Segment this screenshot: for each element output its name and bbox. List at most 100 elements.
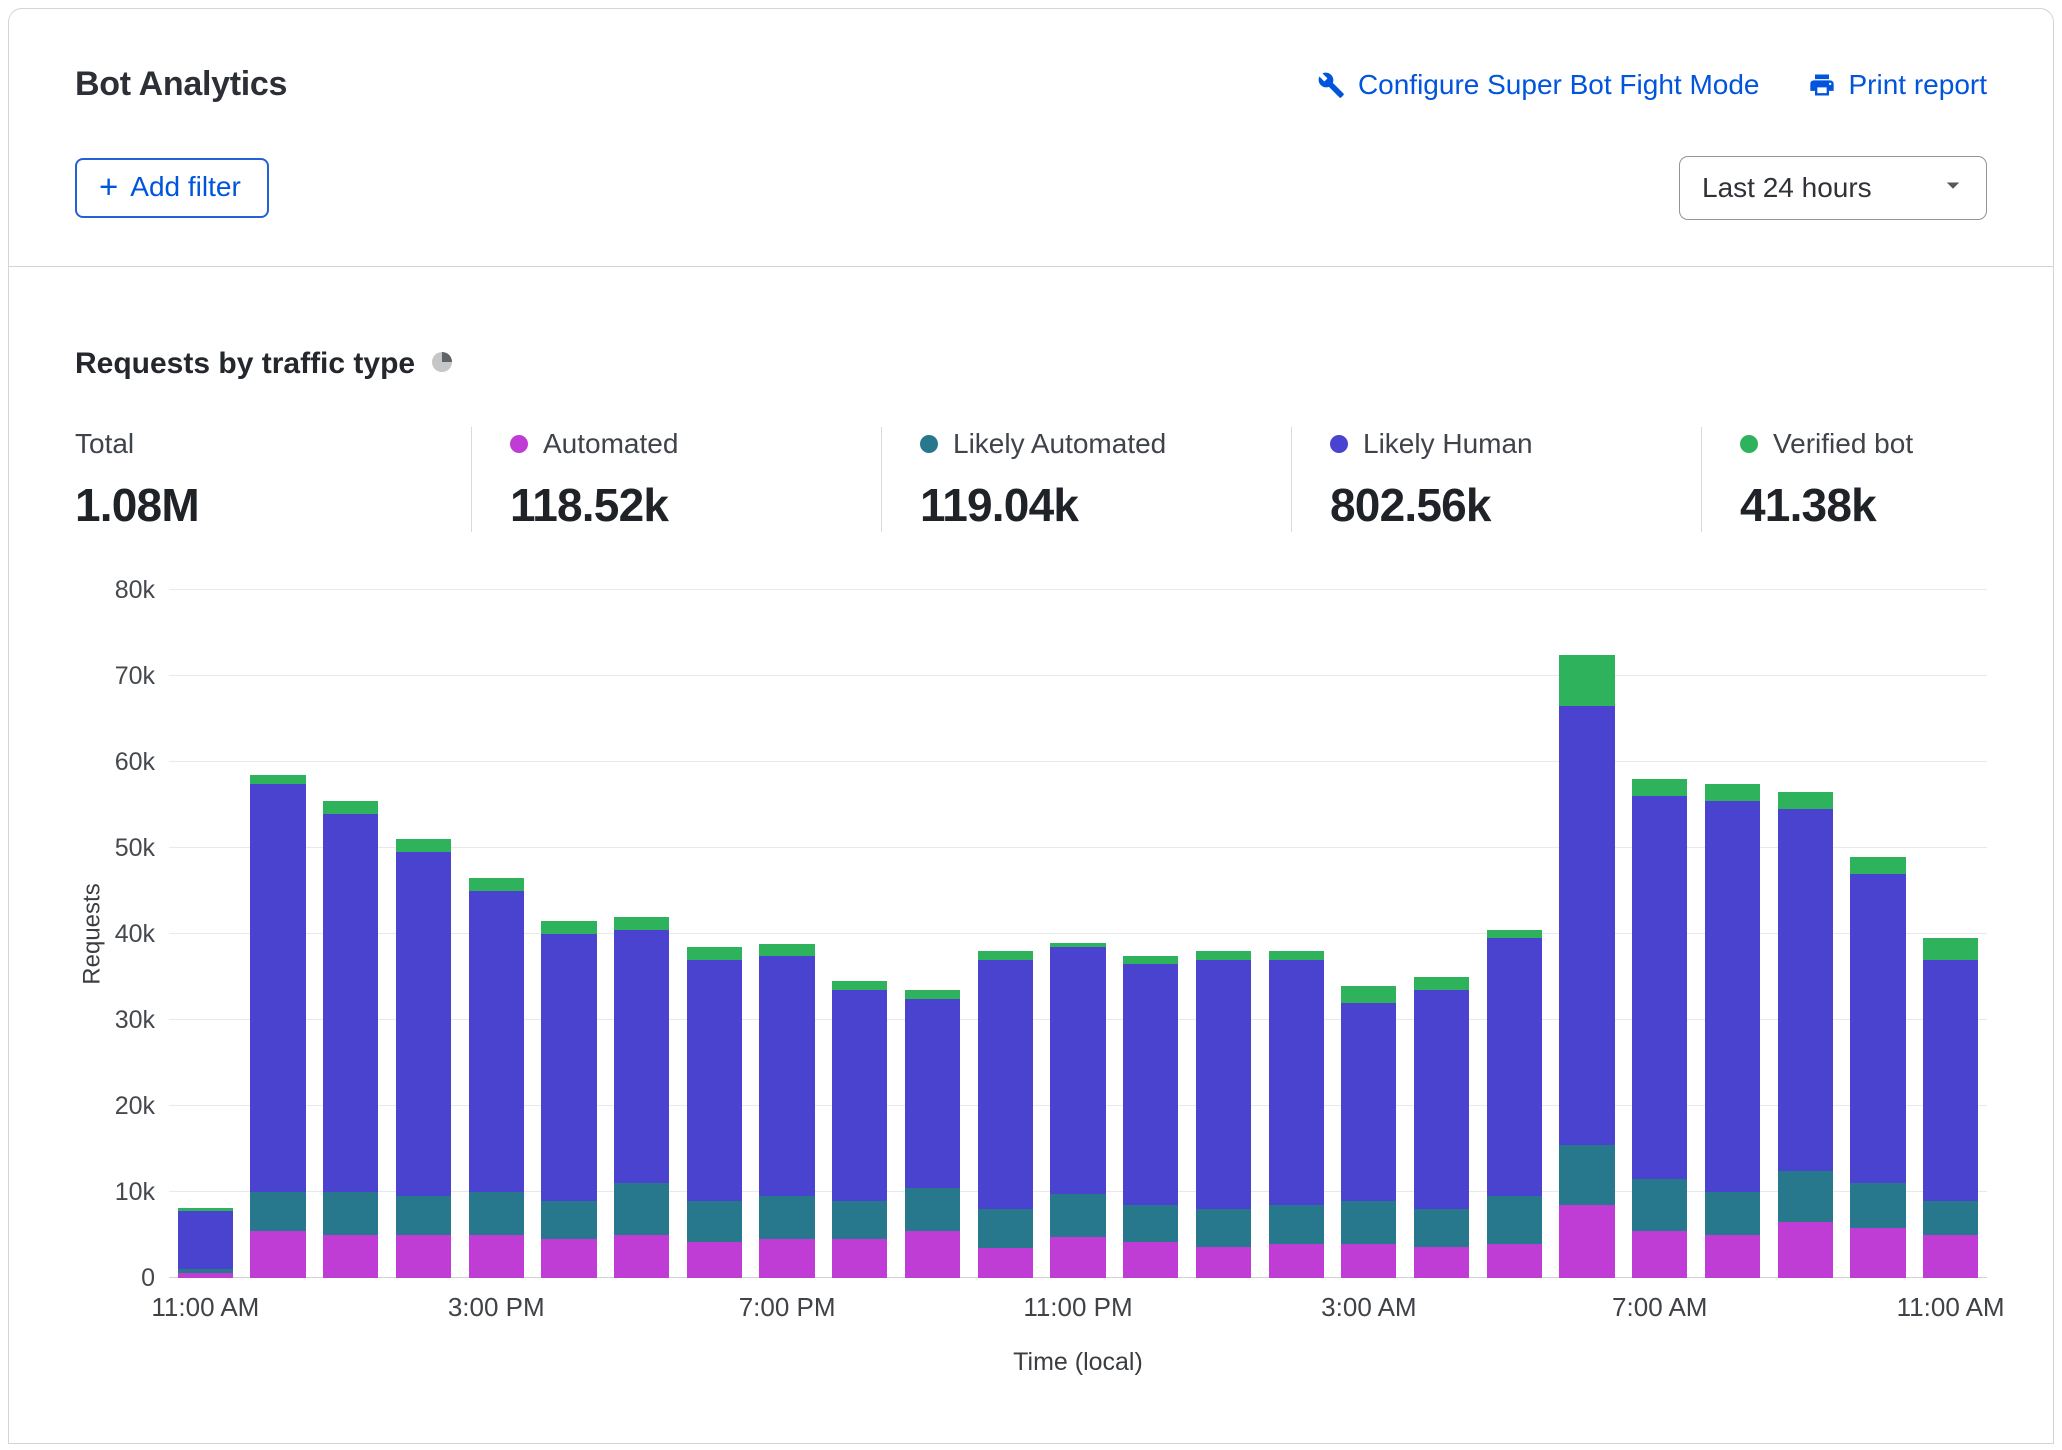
x-axis-tick-label: 3:00 AM xyxy=(1321,1292,1417,1322)
stat-value: 802.56k xyxy=(1330,479,1491,531)
segment-automated xyxy=(614,1235,670,1278)
segment-automated xyxy=(759,1239,815,1278)
segment-likely-human xyxy=(1486,938,1542,1197)
printer-icon xyxy=(1808,71,1836,99)
filter-row: + Add filter Last 24 hours xyxy=(75,156,1987,220)
card-header: Bot Analytics Configure Super Bot Fight … xyxy=(9,9,2053,267)
stacked-bar[interactable] xyxy=(468,590,524,1278)
stacked-bar[interactable] xyxy=(832,590,888,1278)
segment-likely-automated xyxy=(1559,1144,1615,1205)
segment-likely-human xyxy=(614,929,670,1184)
segment-verified-bot xyxy=(1704,783,1761,801)
stacked-bar[interactable] xyxy=(1050,590,1106,1278)
x-axis-ticks: 11:00 AM 3:00 PM 7:00 PM 11:00 PM 3:00 AM 7:0… xyxy=(151,1292,2004,1332)
bar-slot xyxy=(1187,590,1260,1278)
stacked-bar[interactable] xyxy=(323,590,379,1278)
stat-value: 119.04k xyxy=(920,479,1079,531)
segment-verified-bot xyxy=(1123,955,1179,965)
segment-likely-automated xyxy=(832,1200,888,1240)
segment-likely-automated xyxy=(1123,1204,1179,1242)
stacked-bar[interactable] xyxy=(1268,590,1324,1278)
y-axis-tick-label: 40k xyxy=(114,920,155,948)
x-axis-tick-label: 7:00 AM xyxy=(1612,1292,1708,1322)
stacked-bar[interactable] xyxy=(1922,590,1979,1278)
stacked-bar[interactable] xyxy=(759,590,815,1278)
stacked-bar[interactable] xyxy=(904,590,961,1278)
segment-likely-human xyxy=(686,959,743,1201)
segment-verified-bot xyxy=(1777,792,1833,810)
stacked-bar[interactable] xyxy=(1632,590,1688,1278)
stacked-bar[interactable] xyxy=(686,590,743,1278)
segment-automated xyxy=(177,1272,233,1278)
bar-slot xyxy=(1478,590,1551,1278)
time-range-select[interactable]: Last 24 hours xyxy=(1679,156,1987,220)
print-report-link[interactable]: Print report xyxy=(1808,68,1988,101)
bar-slot xyxy=(605,590,678,1278)
stacked-bar[interactable] xyxy=(1704,590,1761,1278)
segment-likely-automated xyxy=(323,1192,379,1235)
segment-likely-human xyxy=(1559,706,1615,1145)
stacked-bar[interactable] xyxy=(1413,590,1470,1278)
segment-automated xyxy=(1195,1247,1252,1278)
configure-super-bot-fight-mode-link[interactable]: Configure Super Bot Fight Mode xyxy=(1317,69,1760,101)
stacked-bar[interactable] xyxy=(977,590,1033,1278)
x-axis-tick-label: 11:00 AM xyxy=(151,1292,260,1322)
stat-value: 1.08M xyxy=(75,479,200,531)
stacked-bar[interactable] xyxy=(1559,590,1615,1278)
plus-icon: + xyxy=(99,168,119,205)
stacked-bar[interactable] xyxy=(177,590,233,1278)
segment-likely-automated xyxy=(614,1183,670,1235)
header-links: Configure Super Bot Fight Mode Print rep… xyxy=(1317,69,1987,101)
section-title: Requests by traffic type xyxy=(75,347,416,380)
bar-slot xyxy=(1551,590,1624,1278)
segment-likely-human xyxy=(541,934,597,1201)
stacked-bar[interactable] xyxy=(1195,590,1252,1278)
add-filter-button[interactable]: + Add filter xyxy=(75,158,269,218)
bar-slot xyxy=(242,590,315,1278)
segment-automated xyxy=(686,1241,743,1278)
segment-automated xyxy=(1922,1235,1979,1278)
segment-automated xyxy=(1632,1230,1688,1278)
y-axis-tick-label: 60k xyxy=(114,748,155,776)
segment-verified-bot xyxy=(541,921,597,935)
stacked-bar[interactable] xyxy=(1850,590,1906,1278)
stat-label: Automated xyxy=(543,428,679,459)
segment-likely-automated xyxy=(250,1192,306,1231)
segment-likely-automated xyxy=(759,1196,815,1240)
segment-verified-bot xyxy=(250,774,306,784)
segment-automated xyxy=(1341,1243,1397,1278)
stacked-bar[interactable] xyxy=(395,590,452,1278)
segment-likely-human xyxy=(1123,964,1179,1205)
segment-likely-automated xyxy=(1413,1209,1470,1248)
stacked-bar[interactable] xyxy=(1486,590,1542,1278)
stat-likely-automated: Likely Automated 119.04k xyxy=(881,427,1291,532)
plot-area[interactable] xyxy=(169,589,1987,1278)
segment-likely-human xyxy=(1341,1002,1397,1201)
stacked-bar[interactable] xyxy=(1123,590,1179,1278)
stacked-bar[interactable] xyxy=(614,590,670,1278)
bar-slot xyxy=(387,590,460,1278)
pie-chart-icon xyxy=(430,350,454,379)
bar-slot xyxy=(1623,590,1696,1278)
stacked-bar[interactable] xyxy=(1341,590,1397,1278)
stacked-bar[interactable] xyxy=(250,590,306,1278)
segment-likely-human xyxy=(1413,989,1470,1210)
stat-value: 41.38k xyxy=(1740,479,1877,531)
segment-likely-automated xyxy=(541,1200,597,1240)
stat-likely-human: Likely Human 802.56k xyxy=(1291,427,1701,532)
segment-verified-bot xyxy=(395,839,452,853)
likely-human-legend-dot xyxy=(1330,435,1348,453)
segment-verified-bot xyxy=(1195,951,1252,960)
y-axis-tick-label: 0 xyxy=(141,1264,155,1292)
bar-slot xyxy=(533,590,606,1278)
segment-likely-automated xyxy=(1195,1209,1252,1248)
segment-verified-bot xyxy=(1413,977,1470,990)
segment-likely-human xyxy=(1050,946,1106,1194)
stacked-bar[interactable] xyxy=(1777,590,1833,1278)
segment-likely-human xyxy=(1195,959,1252,1210)
print-link-label: Print report xyxy=(1848,68,1988,100)
segment-likely-human xyxy=(323,813,379,1192)
stacked-bar[interactable] xyxy=(541,590,597,1278)
stat-label: Likely Automated xyxy=(953,428,1167,459)
stat-verified-bot: Verified bot 41.38k xyxy=(1701,427,1913,532)
